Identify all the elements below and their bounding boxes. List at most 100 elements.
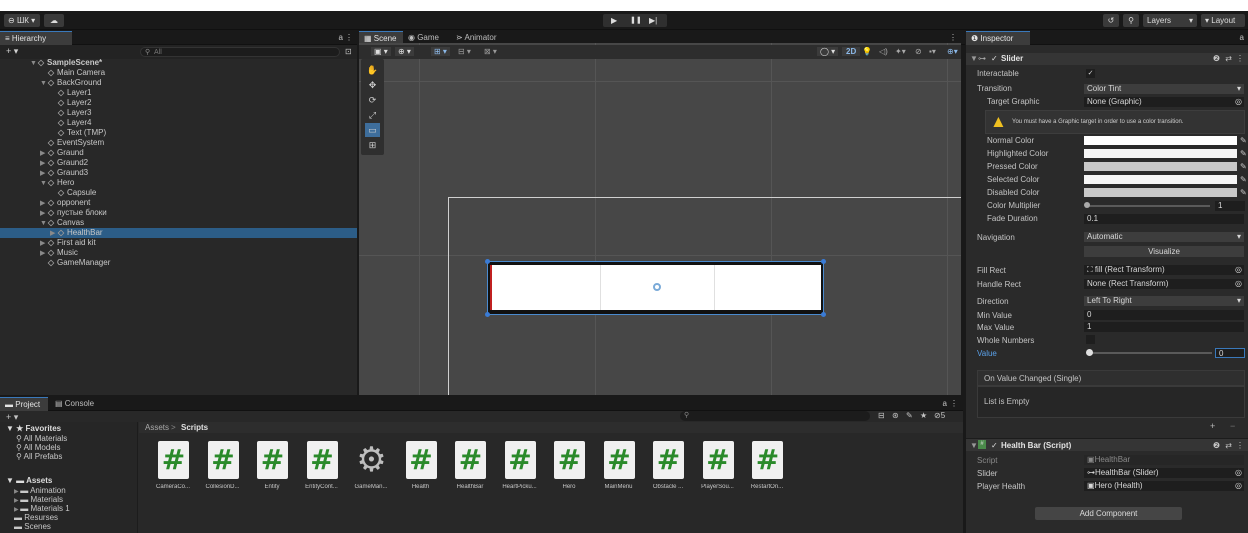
add-component-button[interactable]: Add Component: [1035, 507, 1182, 520]
search-button[interactable]: ⚲: [1123, 14, 1139, 27]
object-picker-icon[interactable]: ◎: [1235, 468, 1242, 478]
orientation-button[interactable]: ◯ ▾: [817, 47, 839, 56]
hierarchy-item[interactable]: Layer3: [0, 108, 357, 118]
enabled-checkbox[interactable]: ✓: [991, 441, 998, 450]
eyedropper-icon[interactable]: ✎: [1240, 162, 1247, 171]
hierarchy-item[interactable]: Main Camera: [0, 68, 357, 78]
hierarchy-item[interactable]: Capsule: [0, 188, 357, 198]
script-asset-label[interactable]: Obstacle ...: [648, 484, 688, 490]
kebab-menu-icon[interactable]: ⋮: [345, 33, 353, 42]
asset-folder-item[interactable]: ▶ ▬ Materials: [14, 495, 63, 504]
hierarchy-item[interactable]: ▶ Graund3: [0, 168, 357, 178]
account-button[interactable]: ⊖ ШК ▾: [4, 14, 40, 27]
fade-duration-input[interactable]: 0.1: [1084, 214, 1244, 224]
visualize-button[interactable]: Visualize: [1084, 246, 1244, 257]
color-swatch[interactable]: [1084, 162, 1237, 171]
help-icon[interactable]: ❷: [1213, 441, 1220, 450]
hand-tool-icon[interactable]: ✋: [365, 63, 380, 77]
eyedropper-icon[interactable]: ✎: [1240, 188, 1247, 197]
csharp-script-icon[interactable]: #: [257, 441, 288, 479]
transform-tool-icon[interactable]: ⊞: [365, 138, 380, 152]
rotate-tool-icon[interactable]: ⟳: [365, 93, 380, 107]
hierarchy-item[interactable]: Layer1: [0, 88, 357, 98]
scene-visibility-icon[interactable]: ⊡: [345, 47, 352, 56]
csharp-script-icon[interactable]: #: [306, 441, 338, 479]
color-swatch[interactable]: [1084, 149, 1237, 158]
layout-dropdown[interactable]: ▾ Layout: [1201, 14, 1245, 27]
snap-button[interactable]: ⊠ ▾: [481, 47, 500, 56]
direction-dropdown[interactable]: Left To Right ▾: [1084, 296, 1244, 306]
script-asset-label[interactable]: HealthBar: [450, 484, 490, 490]
object-picker-icon[interactable]: ◎: [1235, 481, 1242, 491]
csharp-script-icon[interactable]: #: [702, 441, 734, 479]
value-input[interactable]: 0: [1215, 348, 1245, 358]
remove-event-button[interactable]: −: [1230, 421, 1235, 431]
cloud-button[interactable]: ☁: [44, 14, 64, 27]
hidden-objects-icon[interactable]: ⊘: [915, 47, 922, 56]
asset-folder-item[interactable]: ▬ Resurses: [14, 513, 58, 522]
pivot-handle[interactable]: [653, 283, 661, 291]
gizmo-toggle-button[interactable]: ⊕ ▾: [395, 47, 414, 56]
hierarchy-item[interactable]: EventSystem: [0, 138, 357, 148]
foldout-arrow-icon[interactable]: ▼: [970, 54, 978, 63]
script-asset-label[interactable]: Hero: [549, 484, 589, 490]
favorites-header[interactable]: ▼ ★ Favorites: [6, 424, 61, 433]
min-value-input[interactable]: 0: [1084, 310, 1244, 320]
grid-snap-button[interactable]: ⊞ ▾: [431, 47, 450, 56]
hierarchy-item[interactable]: Layer2: [0, 98, 357, 108]
eyedropper-icon[interactable]: ✎: [1240, 136, 1247, 145]
player-health-field[interactable]: ▣Hero (Health) ◎: [1084, 481, 1244, 491]
script-asset-label[interactable]: HeartPicku...: [500, 484, 540, 490]
color-swatch[interactable]: [1084, 175, 1237, 184]
csharp-script-icon[interactable]: #: [554, 441, 585, 479]
audio-icon[interactable]: ◁): [879, 47, 888, 56]
foldout-arrow-icon[interactable]: ▼: [970, 441, 978, 450]
rect-handle[interactable]: [821, 312, 826, 317]
2d-mode-button[interactable]: 2D: [842, 47, 861, 56]
filter-by-type-icon[interactable]: ⊟: [878, 411, 885, 420]
value-slider[interactable]: [1090, 352, 1212, 354]
hierarchy-item[interactable]: ▶ opponent: [0, 198, 357, 208]
script-asset-label[interactable]: CollesionD...: [203, 484, 243, 490]
script-asset-label[interactable]: GameMan...: [351, 484, 391, 490]
filter-by-label-icon[interactable]: ⊛: [892, 411, 899, 420]
hierarchy-item[interactable]: ▼ SampleScene*: [0, 58, 357, 68]
hierarchy-item[interactable]: ▶ Graund2: [0, 158, 357, 168]
move-tool-icon[interactable]: ✥: [365, 78, 380, 92]
hidden-packages-icon[interactable]: ⊘5: [934, 411, 945, 420]
color-multiplier-slider[interactable]: [1086, 205, 1210, 207]
preset-icon[interactable]: ⇄: [1225, 441, 1232, 450]
healthbar-rect[interactable]: [485, 259, 826, 317]
color-multiplier-input[interactable]: 1: [1215, 201, 1245, 211]
rect-handle[interactable]: [485, 259, 490, 264]
help-icon[interactable]: ❷: [1213, 54, 1220, 63]
favorite-item[interactable]: ⚲ All Prefabs: [16, 452, 62, 461]
add-dropdown[interactable]: + ▾: [6, 46, 18, 57]
assets-header[interactable]: ▼ ▬ Assets: [6, 476, 52, 485]
slider-component-header[interactable]: ▼ ⊶ ✓ Slider ❷ ⇄ ⋮: [966, 53, 1248, 65]
tab-hierarchy[interactable]: ≡ Hierarchy: [0, 31, 72, 45]
tab-project[interactable]: ▬ Project: [0, 397, 48, 411]
hierarchy-item[interactable]: Text (TMP): [0, 128, 357, 138]
breadcrumb-item-assets[interactable]: Assets: [145, 423, 169, 432]
healthbar-component-header[interactable]: ▼ # ✓ Health Bar (Script) ❷ ⇄ ⋮: [966, 438, 1248, 451]
eyedropper-icon[interactable]: ✎: [1240, 175, 1247, 184]
hierarchy-item[interactable]: ▶ пустые блоки: [0, 208, 357, 218]
preset-icon[interactable]: ⇄: [1225, 54, 1232, 63]
project-search-input[interactable]: ⚲: [680, 411, 870, 421]
filter-by-tag-icon[interactable]: ✎: [906, 411, 913, 420]
hierarchy-item[interactable]: ▶ First aid kit: [0, 238, 357, 248]
asset-folder-item[interactable]: ▶ ▬ Materials 1: [14, 504, 70, 513]
breadcrumb-item-scripts[interactable]: Scripts: [181, 423, 208, 432]
scale-tool-icon[interactable]: ⤢: [365, 108, 380, 122]
lighting-icon[interactable]: 💡: [862, 47, 872, 56]
object-picker-icon[interactable]: ◎: [1235, 279, 1242, 289]
rect-handle[interactable]: [821, 259, 826, 264]
object-picker-icon[interactable]: ◎: [1235, 97, 1242, 107]
tab-console[interactable]: ▤ Console: [50, 397, 106, 411]
object-picker-icon[interactable]: ◎: [1235, 265, 1242, 275]
color-swatch[interactable]: [1084, 188, 1237, 197]
favorite-item[interactable]: ⚲ All Models: [16, 443, 61, 452]
gizmos-icon[interactable]: ⊕▾: [947, 47, 958, 56]
rect-handle[interactable]: [485, 312, 490, 317]
